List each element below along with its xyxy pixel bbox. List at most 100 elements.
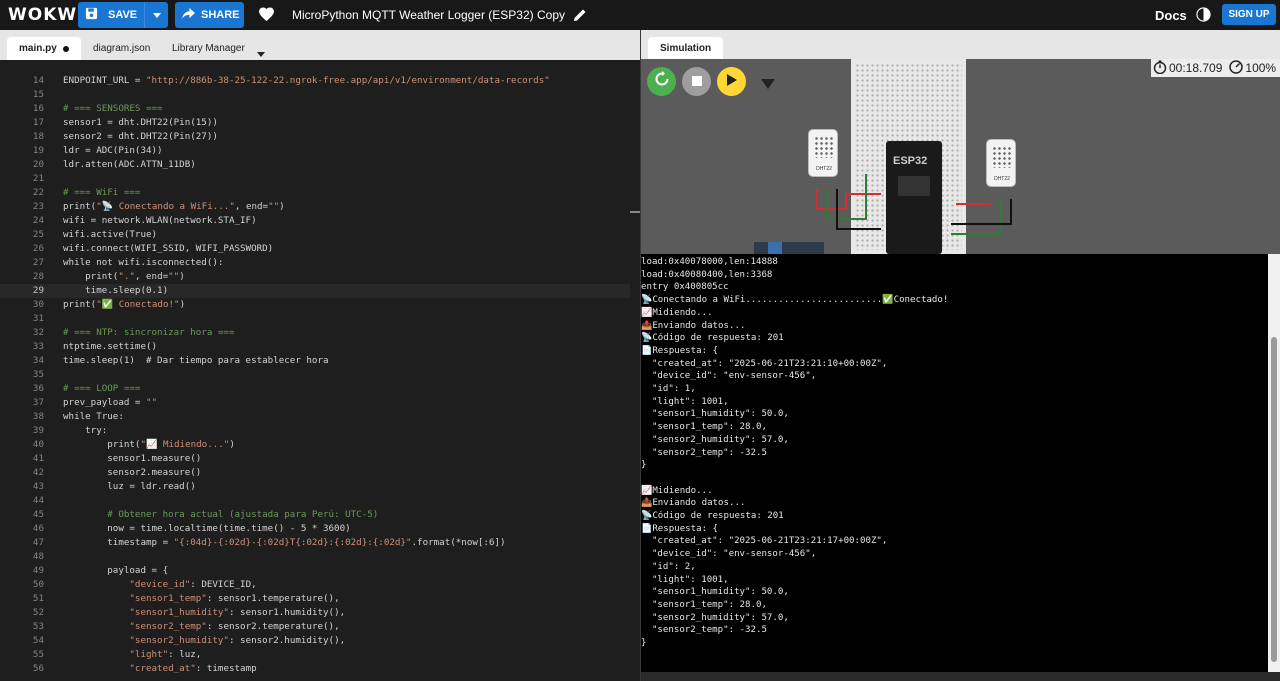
signup-button[interactable]: SIGN UP	[1222, 4, 1276, 25]
line-number: 45	[32, 509, 44, 520]
code-line[interactable]: 14 ENDPOINT_URL = "http://886b-38-25-122-…	[0, 74, 630, 88]
code-text: "light": luz,	[63, 648, 201, 662]
heart-icon[interactable]	[258, 6, 275, 27]
code-line[interactable]: 48	[0, 550, 630, 564]
code-text: luz = ldr.read()	[63, 481, 196, 492]
code-line[interactable]: 25 wifi.active(True)	[0, 228, 630, 242]
dht22-sensor-2[interactable]: DHT22	[986, 139, 1016, 187]
pencil-icon[interactable]	[573, 8, 587, 27]
share-button[interactable]: SHARE	[175, 2, 244, 28]
code-line[interactable]: 50 "device_id": DEVICE_ID,	[0, 578, 630, 592]
code-text: ldr.atten(ADC.ATTN_11DB)	[63, 159, 196, 170]
code-line[interactable]: 47 timestamp = "{:04d}-{:02d}-{:02d}T{:0…	[0, 536, 630, 550]
tab-label: diagram.json	[93, 43, 151, 54]
serial-scrollbar-thumb[interactable]	[1271, 337, 1277, 662]
code-line[interactable]: 38 while True:	[0, 410, 630, 424]
string-literal: ""	[145, 397, 158, 408]
code-line[interactable]: 29 time.sleep(0.1)	[0, 284, 630, 298]
wokwi-logo[interactable]: WOKWI	[8, 5, 84, 25]
serial-line: "light": 1001,	[641, 396, 729, 407]
docs-link[interactable]: Docs	[1155, 8, 1187, 23]
tab-label: Library Manager	[172, 43, 245, 54]
tab-simulation[interactable]: Simulation	[648, 37, 724, 60]
code-text: payload = {	[63, 565, 169, 576]
code-line[interactable]: 54 "sensor2_humidity": sensor2.humidity(…	[0, 634, 630, 648]
code-line[interactable]: 39 try:	[0, 424, 630, 438]
code-line[interactable]: 56 "created_at": timestamp	[0, 662, 630, 676]
line-number: 38	[32, 411, 44, 422]
esp32-board[interactable]: ESP32	[886, 141, 942, 254]
code-line[interactable]: 26 wifi.connect(WIFI_SSID, WIFI_PASSWORD)	[0, 242, 630, 256]
code-line[interactable]: 24 wifi = network.WLAN(network.STA_IF)	[0, 214, 630, 228]
dht22-sensor-1[interactable]: DHT22	[808, 129, 838, 177]
code-line[interactable]: 18 sensor2 = dht.DHT22(Pin(27))	[0, 130, 630, 144]
code-text: # === SENSORES ===	[63, 103, 163, 114]
code-text: wifi.active(True)	[63, 229, 158, 240]
code-text: sensor1.measure()	[63, 453, 202, 464]
code-line[interactable]: 30 print("✅ Conectado!")	[0, 298, 630, 312]
line-number: 49	[32, 565, 44, 576]
code-text: "created_at": timestamp	[63, 662, 256, 676]
code-line[interactable]: 42 sensor2.measure()	[0, 466, 630, 480]
code-line[interactable]: 52 "sensor1_humidity": sensor1.humidity(…	[0, 606, 630, 620]
serial-line: "id": 1,	[641, 384, 696, 394]
tab-main-py[interactable]: main.py	[7, 37, 81, 60]
code-line[interactable]: 41 sensor1.measure()	[0, 452, 630, 466]
code-line[interactable]: 36 # === LOOP ===	[0, 382, 630, 396]
code-line[interactable]: 46 now = time.localtime(time.time() - 5 …	[0, 522, 630, 536]
code-token: )	[229, 439, 235, 450]
code-line[interactable]: 31	[0, 312, 630, 326]
serial-line: "sensor1_temp": 28.0,	[641, 422, 767, 433]
code-line[interactable]: 35	[0, 368, 630, 382]
save-button[interactable]: SAVE	[78, 2, 144, 28]
code-line[interactable]: 43 luz = ldr.read()	[0, 480, 630, 494]
serial-monitor[interactable]: load:0x40078000,len:14888 load:0x40080400…	[641, 254, 1280, 681]
tab-diagram-json[interactable]: diagram.json	[93, 37, 150, 60]
code-line[interactable]: 45 # Obtener hora actual (ajustada para …	[0, 508, 630, 522]
code-line[interactable]: 19 ldr = ADC(Pin(34))	[0, 144, 630, 158]
line-number: 29	[32, 285, 44, 296]
code-line[interactable]: 23 print("📡 Conectando a WiFi...", end=""…	[0, 200, 630, 214]
code-text: wifi = network.WLAN(network.STA_IF)	[63, 215, 257, 226]
code-line[interactable]: 40 print("📈 Midiendo...")	[0, 438, 630, 452]
code-line[interactable]: 37 prev_payload = ""	[0, 396, 630, 410]
line-number: 21	[32, 173, 44, 184]
code-token: prev_payload =	[63, 397, 146, 408]
code-text: try:	[63, 425, 108, 436]
code-line[interactable]: 33 ntptime.settime()	[0, 340, 630, 354]
line-number: 44	[32, 495, 44, 506]
code-line[interactable]: 55 "light": luz,	[0, 648, 630, 662]
serial-line: }	[641, 638, 647, 648]
code-line[interactable]: 44	[0, 494, 630, 508]
dark-mode-icon[interactable]	[1196, 7, 1211, 27]
code-line[interactable]: 21	[0, 172, 630, 186]
code-line[interactable]: 51 "sensor1_temp": sensor1.temperature()…	[0, 592, 630, 606]
code-line[interactable]: 53 "sensor2_temp": sensor2.temperature()…	[0, 620, 630, 634]
string-literal: ""	[168, 271, 180, 282]
serial-line: 📤Enviando datos...	[641, 320, 746, 331]
code-token: : sensor1.temperature(),	[206, 593, 340, 604]
code-line[interactable]: 28 print(".", end="")	[0, 270, 630, 284]
save-options-button[interactable]	[144, 2, 168, 28]
scroll-indicator[interactable]	[630, 211, 640, 213]
code-text: print(".", end="")	[63, 270, 185, 284]
tab-library-manager[interactable]: Library Manager	[172, 37, 245, 60]
project-title[interactable]: MicroPython MQTT Weather Logger (ESP32) …	[292, 8, 565, 22]
simulation-canvas[interactable]: 00:18.709 100% ESP32 DHT22 DHT22	[641, 59, 1280, 254]
code-line[interactable]: 49 payload = {	[0, 564, 630, 578]
code-line[interactable]: 32 # === NTP: sincronizar hora ===	[0, 326, 630, 340]
code-line[interactable]: 34 time.sleep(1) # Dar tiempo para establ…	[0, 354, 630, 368]
code-line[interactable]: 27 while not wifi.isconnected():	[0, 256, 630, 270]
wires	[754, 174, 1012, 254]
code-line[interactable]: 20 ldr.atten(ADC.ATTN_11DB)	[0, 158, 630, 172]
line-number: 16	[32, 103, 44, 114]
code-line[interactable]: 17 sensor1 = dht.DHT22(Pin(15))	[0, 116, 630, 130]
string-literal: "."	[118, 271, 135, 282]
code-line[interactable]: 16 # === SENSORES ===	[0, 102, 630, 116]
code-text: "device_id": DEVICE_ID,	[63, 578, 256, 592]
code-line[interactable]: 15	[0, 88, 630, 102]
code-token: : sensor1.humidity(),	[228, 607, 346, 618]
serial-line: "sensor2_humidity": 57.0,	[641, 434, 789, 445]
code-line[interactable]: 22 # === WiFi ===	[0, 186, 630, 200]
code-editor[interactable]: 14 ENDPOINT_URL = "http://886b-38-25-122-…	[0, 60, 640, 681]
